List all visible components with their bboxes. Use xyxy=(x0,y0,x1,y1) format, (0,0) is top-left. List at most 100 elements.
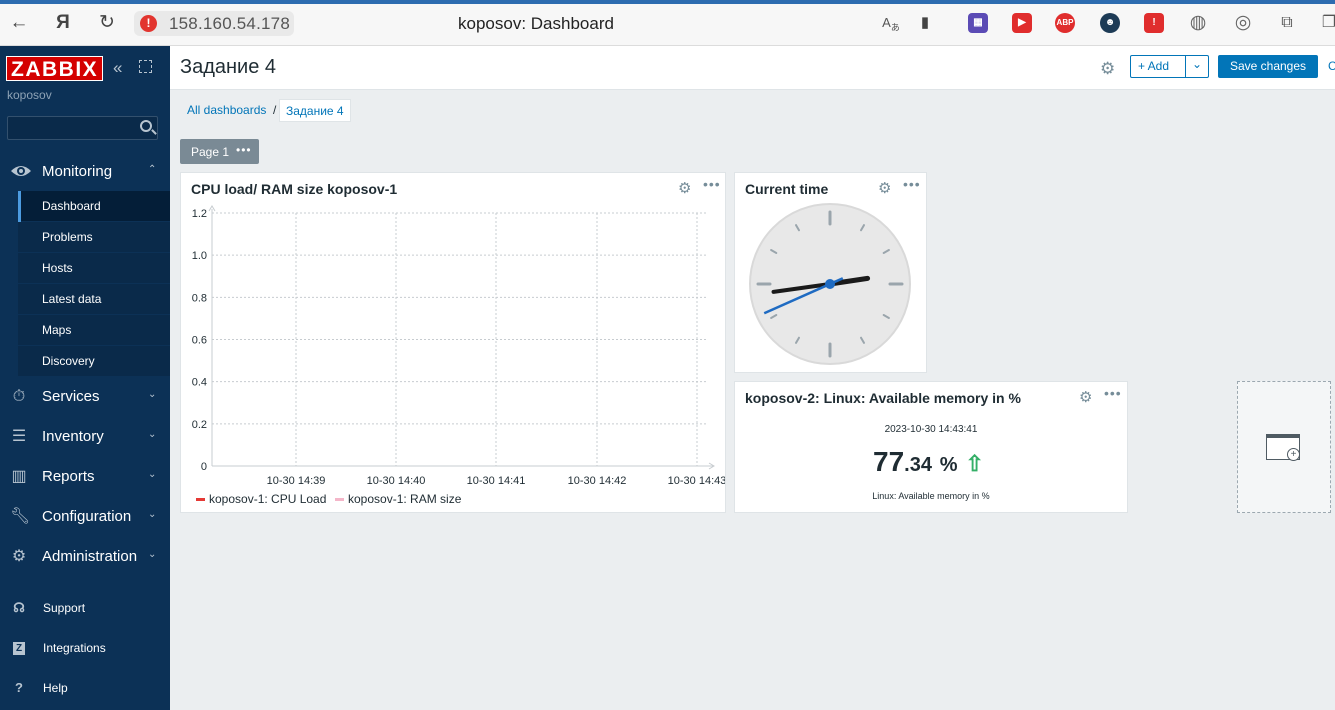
chevron-down-icon: ⌄ xyxy=(148,429,157,440)
back-icon[interactable]: ← xyxy=(8,12,30,34)
administration-icon: ⚙ xyxy=(11,548,27,565)
globe-icon[interactable]: ◍ xyxy=(1187,12,1209,34)
vpn-globe-icon[interactable]: ◎ xyxy=(1232,12,1254,34)
x-tick-label: 10-30 14:43 xyxy=(668,475,725,487)
analog-clock xyxy=(749,203,911,365)
sidebar-item-label: Monitoring xyxy=(42,163,113,180)
chevron-down-icon: ⌄ xyxy=(148,509,157,520)
add-button-separator xyxy=(1185,56,1186,77)
search-icon[interactable] xyxy=(140,120,152,132)
add-widget-placeholder[interactable]: + xyxy=(1237,381,1331,513)
extension-dislike-icon[interactable]: ! xyxy=(1144,13,1164,33)
x-tick-label: 10-30 14:42 xyxy=(568,475,627,487)
sidebar-subitem-maps[interactable]: Maps xyxy=(18,315,170,346)
gear-icon[interactable]: ⚙ xyxy=(678,179,691,197)
extension-screenshot-icon[interactable]: ▦ xyxy=(968,13,988,33)
chevron-down-icon: ⌄ xyxy=(148,469,157,480)
copy-icon[interactable]: ❐ xyxy=(1318,12,1335,34)
clock-widget: Current time ⚙ ••• xyxy=(734,172,927,373)
support-icon: ☊ xyxy=(13,600,25,615)
tab-page-label: Page 1 xyxy=(191,145,230,159)
widget-menu-icon[interactable]: ••• xyxy=(1104,385,1122,401)
sidebar-subitem-latest-data[interactable]: Latest data xyxy=(18,284,170,315)
y-tick-label: 0.2 xyxy=(192,419,207,431)
tab-title: koposov: Dashboard xyxy=(458,14,614,33)
trend-up-arrow-icon: ⇧ xyxy=(965,451,984,476)
sidebar-subitem-hosts[interactable]: Hosts xyxy=(18,253,170,284)
sidebar-item-configuration[interactable]: 🔧︎ Configuration ⌄ xyxy=(0,497,170,537)
zabbix-logo[interactable]: ZABBIX xyxy=(6,56,104,81)
x-tick-label: 10-30 14:41 xyxy=(467,475,526,487)
x-tick-label: 10-30 14:40 xyxy=(367,475,426,487)
graph-plot: 1.2 1.0 0.8 0.6 0.4 0.2 0 10-30 14:39 10-30 14:4… xyxy=(192,205,725,487)
yandex-icon[interactable]: Я xyxy=(52,12,74,34)
reload-icon[interactable]: ↻ xyxy=(96,12,118,34)
tab-page-1[interactable]: Page 1 ••• xyxy=(180,139,259,164)
sidebar-search-input[interactable] xyxy=(7,116,158,140)
sidebar-subitem-discovery[interactable]: Discovery xyxy=(18,346,170,377)
browser-top-accent xyxy=(0,0,1335,4)
legend-swatch xyxy=(335,498,344,502)
collapse-sidebar-icon[interactable]: « xyxy=(113,58,122,78)
sidebar-item-inventory[interactable]: ☰ Inventory ⌄ xyxy=(0,417,170,457)
configuration-icon: 🔧︎ xyxy=(10,508,31,525)
page-header: Задание 4 ⚙ + Add ⌄ Save changes C xyxy=(170,46,1335,90)
item-value-decimal: .34 xyxy=(904,454,932,476)
y-tick-label: 1.0 xyxy=(192,250,207,262)
address-bar[interactable]: ! 158.160.54.178 xyxy=(134,11,294,36)
save-changes-button[interactable]: Save changes xyxy=(1218,55,1318,78)
sidebar-subitem-dashboard[interactable]: Dashboard xyxy=(18,191,170,222)
y-tick-label: 0.6 xyxy=(192,335,207,347)
clock-center-dot xyxy=(825,279,835,289)
sidebar-item-services[interactable]: ⏱ Services ⌄ xyxy=(0,377,170,417)
y-tick-label: 0.4 xyxy=(192,377,207,389)
breadcrumb-current[interactable]: Задание 4 xyxy=(279,99,351,122)
item-value-widget: koposov-2: Linux: Available memory in % … xyxy=(734,381,1128,513)
item-value-unit: % xyxy=(939,454,958,476)
translate-icon[interactable]: Aあ xyxy=(880,12,902,34)
legend-swatch xyxy=(196,498,205,502)
y-tick-label: 0.8 xyxy=(192,292,207,304)
sidebar: ZABBIX « koposov Monitoring ⌃ Dashboard … xyxy=(0,46,170,710)
dashboard-settings-gear-icon[interactable]: ⚙ xyxy=(1100,59,1115,79)
item-description: Linux: Available memory in % xyxy=(872,491,990,501)
sidebar-item-reports[interactable]: ▥ Reports ⌄ xyxy=(0,457,170,497)
item-timestamp: 2023-10-30 14:43:41 xyxy=(884,424,978,435)
chevron-up-icon: ⌃ xyxy=(148,164,157,175)
sidebar-item-integrations[interactable]: Z Integrations xyxy=(0,636,170,662)
sidebar-subitem-problems[interactable]: Problems xyxy=(18,222,170,253)
gear-icon[interactable]: ⚙ xyxy=(1079,388,1092,406)
gear-icon[interactable]: ⚙ xyxy=(878,179,891,197)
sidebar-item-support[interactable]: ☊ Support xyxy=(0,596,170,622)
address-url: 158.160.54.178 xyxy=(169,14,290,33)
sidebar-item-monitoring[interactable]: Monitoring ⌃ xyxy=(0,152,170,192)
add-button-label: + Add xyxy=(1138,59,1170,73)
cancel-link[interactable]: C xyxy=(1328,59,1335,73)
sidebar-item-help[interactable]: ? Help xyxy=(0,676,170,702)
reports-icon: ▥ xyxy=(11,468,27,485)
y-tick-label: 1.2 xyxy=(192,208,207,220)
kiosk-mode-icon[interactable] xyxy=(139,60,152,73)
extension-adblock-icon[interactable]: ABP xyxy=(1055,13,1075,33)
legend-item-cpu-load: koposov-1: CPU Load xyxy=(196,492,326,506)
y-tick-label: 0 xyxy=(201,461,207,473)
widget-menu-icon[interactable]: ••• xyxy=(903,176,921,192)
extension-bot-icon[interactable]: ☻ xyxy=(1100,13,1120,33)
graph-widget: CPU load/ RAM size koposov-1 ⚙ ••• 1.2 1.… xyxy=(180,172,726,513)
widget-menu-icon[interactable]: ••• xyxy=(703,176,721,192)
extension-youtube-icon[interactable]: ▶ xyxy=(1012,13,1032,33)
inventory-icon: ☰ xyxy=(11,428,27,445)
plus-circle-icon: + xyxy=(1287,448,1300,461)
insecure-warning-icon[interactable]: ! xyxy=(140,15,157,32)
extensions-puzzle-icon[interactable]: ⧉ xyxy=(1276,12,1298,34)
chevron-down-icon[interactable]: ⌄ xyxy=(1192,57,1202,71)
item-value-integer: 77 xyxy=(873,446,905,477)
eye-icon xyxy=(10,163,31,181)
breadcrumb-all-dashboards[interactable]: All dashboards xyxy=(187,99,266,122)
sidebar-item-administration[interactable]: ⚙ Administration ⌄ xyxy=(0,537,170,577)
bookmark-icon[interactable]: ▮ xyxy=(914,12,936,34)
add-button[interactable]: + Add ⌄ xyxy=(1130,55,1209,78)
page-menu-icon[interactable]: ••• xyxy=(236,143,252,157)
widget-title: Current time xyxy=(745,181,829,197)
help-icon: ? xyxy=(15,680,23,695)
